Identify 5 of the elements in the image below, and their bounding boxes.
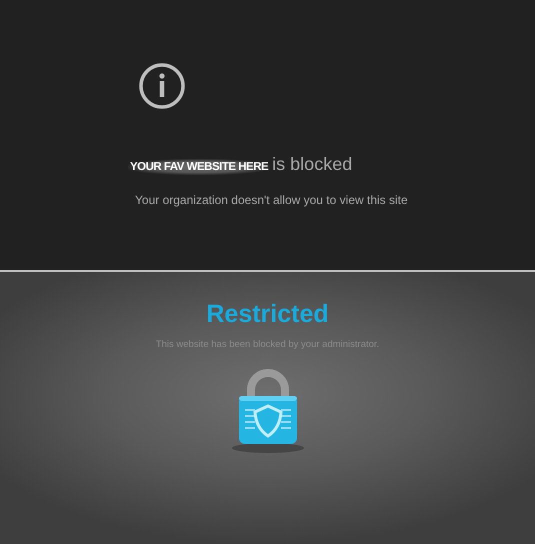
blocked-heading: is blocked [272, 154, 352, 175]
restricted-title: Restricted [206, 300, 329, 329]
info-icon [138, 62, 186, 110]
site-name: YOUR FAV WEBSITE HERE [128, 159, 270, 175]
blocked-message: Your organization doesn't allow you to view this site [135, 193, 409, 207]
